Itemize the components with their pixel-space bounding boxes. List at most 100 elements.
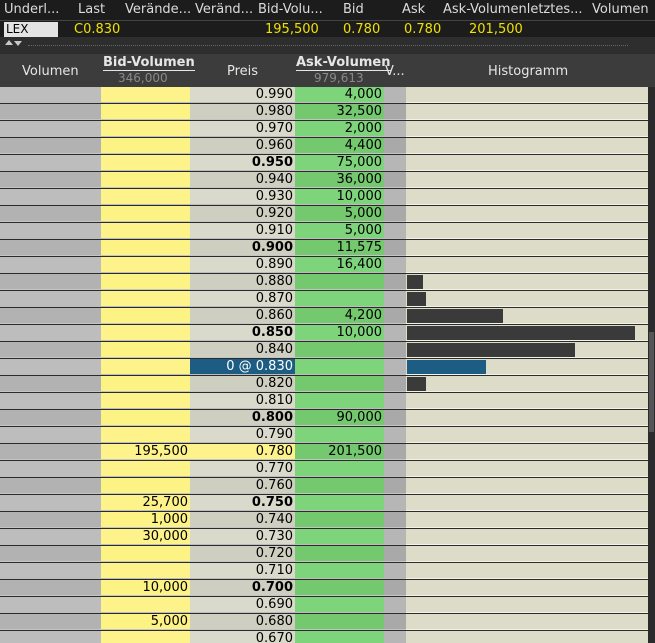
ask-volume-cell[interactable] (295, 376, 384, 392)
price-cell[interactable]: 0.750 (190, 495, 295, 511)
price-cell[interactable]: 0.700 (190, 580, 295, 596)
volume-cell[interactable] (0, 546, 101, 562)
bid-volume-cell[interactable] (101, 206, 190, 222)
price-cell[interactable]: 0.800 (190, 410, 295, 426)
bid-volume-cell[interactable] (101, 87, 190, 103)
histogram-cell[interactable] (406, 376, 648, 392)
bid-volume-cell[interactable] (101, 104, 190, 120)
volume-cell[interactable] (0, 138, 101, 154)
volume-cell[interactable] (0, 427, 101, 443)
book-row[interactable]: 0.840 (0, 342, 655, 359)
v-cell[interactable] (384, 240, 406, 256)
price-cell[interactable]: 0.910 (190, 223, 295, 239)
v-cell[interactable] (384, 104, 406, 120)
book-row[interactable]: 0.710 (0, 563, 655, 580)
volume-cell[interactable] (0, 223, 101, 239)
book-row[interactable]: 0.990 4,000 (0, 87, 655, 104)
ask-volume-cell[interactable] (295, 563, 384, 579)
ask-volume-cell[interactable]: 4,400 (295, 138, 384, 154)
book-row[interactable]: 0.900 11,575 (0, 240, 655, 257)
ticker-symbol[interactable]: LEX (4, 22, 58, 37)
ask-volume-cell[interactable] (295, 597, 384, 613)
volume-cell[interactable] (0, 325, 101, 341)
price-cell[interactable]: 0.720 (190, 546, 295, 562)
volume-cell[interactable] (0, 614, 101, 630)
histogram-cell[interactable] (406, 104, 648, 120)
ask-volume-cell[interactable] (295, 478, 384, 494)
histogram-cell[interactable] (406, 121, 648, 137)
col-bid[interactable]: Bid (343, 2, 364, 17)
histogram-cell[interactable] (406, 546, 648, 562)
histogram-cell[interactable] (406, 461, 648, 477)
bid-volume-cell[interactable] (101, 461, 190, 477)
bid-volume-cell[interactable] (101, 597, 190, 613)
bid-volume-cell[interactable] (101, 274, 190, 290)
bid-volume-cell[interactable] (101, 223, 190, 239)
v-cell[interactable] (384, 291, 406, 307)
price-cell[interactable]: 0.680 (190, 614, 295, 630)
book-row[interactable]: 0.920 5,000 (0, 206, 655, 223)
book-row[interactable]: 0.880 (0, 274, 655, 291)
col-ask[interactable]: Ask (402, 2, 425, 17)
col-change[interactable]: Verände... (125, 2, 191, 17)
v-cell[interactable] (384, 614, 406, 630)
price-cell[interactable]: 0.860 (190, 308, 295, 324)
bid-volume-cell[interactable] (101, 631, 190, 643)
bid-volume-cell[interactable] (101, 342, 190, 358)
price-cell[interactable]: 0.790 (190, 427, 295, 443)
v-cell[interactable] (384, 444, 406, 460)
v-cell[interactable] (384, 87, 406, 103)
book-row[interactable]: 0.940 36,000 (0, 172, 655, 189)
bid-volume-cell[interactable] (101, 427, 190, 443)
ask-volume-cell[interactable]: 75,000 (295, 155, 384, 171)
v-cell[interactable] (384, 359, 406, 375)
ask-volume-cell[interactable] (295, 512, 384, 528)
book-row[interactable]: 0.980 32,500 (0, 104, 655, 121)
histogram-cell[interactable] (406, 291, 648, 307)
bid-volume-cell[interactable] (101, 325, 190, 341)
ask-volume-cell[interactable]: 90,000 (295, 410, 384, 426)
ask-volume-cell[interactable] (295, 393, 384, 409)
bid-volume-cell[interactable] (101, 393, 190, 409)
bid-volume-cell[interactable] (101, 563, 190, 579)
v-cell[interactable] (384, 376, 406, 392)
ask-volume-cell[interactable] (295, 342, 384, 358)
bid-volume-cell[interactable] (101, 138, 190, 154)
v-cell[interactable] (384, 478, 406, 494)
histogram-cell[interactable] (406, 342, 648, 358)
volume-cell[interactable] (0, 529, 101, 545)
price-cell[interactable]: 0.950 (190, 155, 295, 171)
v-cell[interactable] (384, 172, 406, 188)
v-cell[interactable] (384, 631, 406, 643)
bid-volume-cell[interactable] (101, 308, 190, 324)
histogram-cell[interactable] (406, 529, 648, 545)
v-cell[interactable] (384, 138, 406, 154)
book-row[interactable]: 25,700 0.750 (0, 495, 655, 512)
bid-volume-cell[interactable]: 30,000 (101, 529, 190, 545)
book-row[interactable]: 195,500 0.780 201,500 (0, 444, 655, 461)
book-row[interactable]: 10,000 0.700 (0, 580, 655, 597)
book-row[interactable]: 5,000 0.680 (0, 614, 655, 631)
bid-volume-cell[interactable] (101, 189, 190, 205)
histogram-cell[interactable] (406, 614, 648, 630)
price-cell[interactable]: 0.870 (190, 291, 295, 307)
v-cell[interactable] (384, 274, 406, 290)
book-row[interactable]: 0.860 4,200 (0, 308, 655, 325)
ask-volume-cell[interactable] (295, 461, 384, 477)
order-book-grid[interactable]: 0.990 4,000 0.980 32,500 0.970 2,000 0.960 4,40… (0, 87, 655, 643)
book-row[interactable]: 0.970 2,000 (0, 121, 655, 138)
ask-volume-cell[interactable] (295, 291, 384, 307)
vertical-scrollbar[interactable] (648, 87, 655, 643)
panel-splitter[interactable] (0, 37, 655, 54)
ask-volume-cell[interactable]: 11,575 (295, 240, 384, 256)
ask-volume-cell[interactable]: 5,000 (295, 206, 384, 222)
histogram-cell[interactable] (406, 631, 648, 643)
histogram-cell[interactable] (406, 240, 648, 256)
price-cell[interactable]: 0.960 (190, 138, 295, 154)
book-row[interactable]: 0.950 75,000 (0, 155, 655, 172)
v-cell[interactable] (384, 495, 406, 511)
price-cell[interactable]: 0.760 (190, 478, 295, 494)
volume-cell[interactable] (0, 240, 101, 256)
price-cell[interactable]: 0.740 (190, 512, 295, 528)
histogram-cell[interactable] (406, 393, 648, 409)
